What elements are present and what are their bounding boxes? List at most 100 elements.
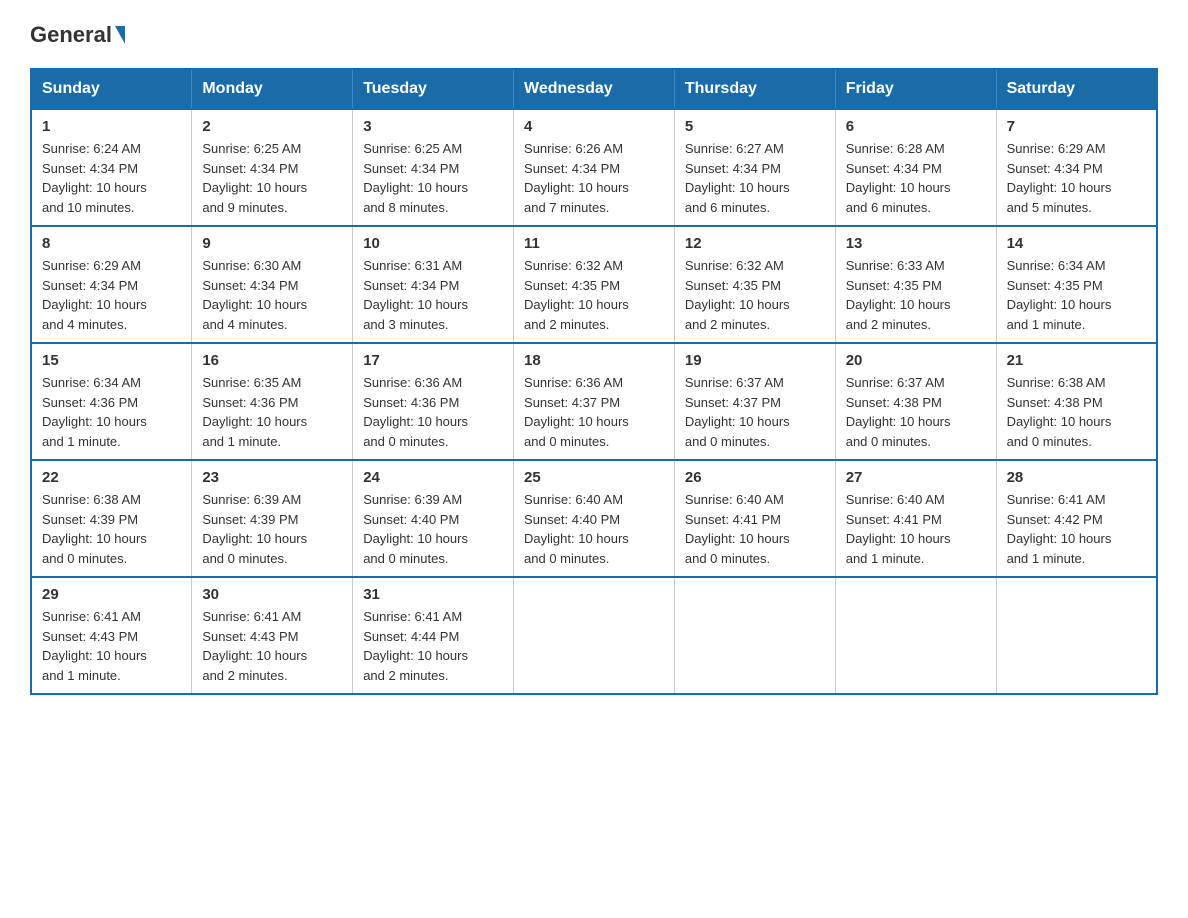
- day-cell: 17 Sunrise: 6:36 AM Sunset: 4:36 PM Dayl…: [353, 343, 514, 460]
- day-number: 21: [1007, 352, 1146, 369]
- day-info: Sunrise: 6:41 AM Sunset: 4:42 PM Dayligh…: [1007, 490, 1146, 568]
- calendar-body: 1 Sunrise: 6:24 AM Sunset: 4:34 PM Dayli…: [31, 109, 1157, 694]
- day-cell: 27 Sunrise: 6:40 AM Sunset: 4:41 PM Dayl…: [835, 460, 996, 577]
- week-row-3: 15 Sunrise: 6:34 AM Sunset: 4:36 PM Dayl…: [31, 343, 1157, 460]
- header-cell-tuesday: Tuesday: [353, 69, 514, 109]
- day-info: Sunrise: 6:33 AM Sunset: 4:35 PM Dayligh…: [846, 256, 986, 334]
- day-cell: 16 Sunrise: 6:35 AM Sunset: 4:36 PM Dayl…: [192, 343, 353, 460]
- day-info: Sunrise: 6:36 AM Sunset: 4:37 PM Dayligh…: [524, 373, 664, 451]
- day-info: Sunrise: 6:24 AM Sunset: 4:34 PM Dayligh…: [42, 139, 181, 217]
- day-number: 2: [202, 118, 342, 135]
- day-info: Sunrise: 6:41 AM Sunset: 4:43 PM Dayligh…: [42, 607, 181, 685]
- day-info: Sunrise: 6:28 AM Sunset: 4:34 PM Dayligh…: [846, 139, 986, 217]
- logo: General: [30, 30, 127, 48]
- day-info: Sunrise: 6:38 AM Sunset: 4:39 PM Dayligh…: [42, 490, 181, 568]
- header-cell-wednesday: Wednesday: [514, 69, 675, 109]
- day-cell: 6 Sunrise: 6:28 AM Sunset: 4:34 PM Dayli…: [835, 109, 996, 226]
- day-number: 28: [1007, 469, 1146, 486]
- day-cell: 9 Sunrise: 6:30 AM Sunset: 4:34 PM Dayli…: [192, 226, 353, 343]
- day-number: 1: [42, 118, 181, 135]
- header-cell-friday: Friday: [835, 69, 996, 109]
- day-cell: 29 Sunrise: 6:41 AM Sunset: 4:43 PM Dayl…: [31, 577, 192, 694]
- day-number: 13: [846, 235, 986, 252]
- day-info: Sunrise: 6:32 AM Sunset: 4:35 PM Dayligh…: [524, 256, 664, 334]
- week-row-5: 29 Sunrise: 6:41 AM Sunset: 4:43 PM Dayl…: [31, 577, 1157, 694]
- day-cell: 20 Sunrise: 6:37 AM Sunset: 4:38 PM Dayl…: [835, 343, 996, 460]
- day-number: 17: [363, 352, 503, 369]
- day-cell: 26 Sunrise: 6:40 AM Sunset: 4:41 PM Dayl…: [674, 460, 835, 577]
- day-number: 3: [363, 118, 503, 135]
- day-cell: 22 Sunrise: 6:38 AM Sunset: 4:39 PM Dayl…: [31, 460, 192, 577]
- day-cell: 15 Sunrise: 6:34 AM Sunset: 4:36 PM Dayl…: [31, 343, 192, 460]
- day-cell: 5 Sunrise: 6:27 AM Sunset: 4:34 PM Dayli…: [674, 109, 835, 226]
- day-info: Sunrise: 6:35 AM Sunset: 4:36 PM Dayligh…: [202, 373, 342, 451]
- day-cell: 3 Sunrise: 6:25 AM Sunset: 4:34 PM Dayli…: [353, 109, 514, 226]
- header-row: SundayMondayTuesdayWednesdayThursdayFrid…: [31, 69, 1157, 109]
- day-info: Sunrise: 6:26 AM Sunset: 4:34 PM Dayligh…: [524, 139, 664, 217]
- day-cell: 23 Sunrise: 6:39 AM Sunset: 4:39 PM Dayl…: [192, 460, 353, 577]
- day-cell: [674, 577, 835, 694]
- day-number: 25: [524, 469, 664, 486]
- logo-arrow-icon2: [115, 26, 125, 44]
- day-number: 11: [524, 235, 664, 252]
- week-row-4: 22 Sunrise: 6:38 AM Sunset: 4:39 PM Dayl…: [31, 460, 1157, 577]
- day-info: Sunrise: 6:29 AM Sunset: 4:34 PM Dayligh…: [42, 256, 181, 334]
- day-cell: 11 Sunrise: 6:32 AM Sunset: 4:35 PM Dayl…: [514, 226, 675, 343]
- day-number: 18: [524, 352, 664, 369]
- day-cell: 13 Sunrise: 6:33 AM Sunset: 4:35 PM Dayl…: [835, 226, 996, 343]
- day-info: Sunrise: 6:36 AM Sunset: 4:36 PM Dayligh…: [363, 373, 503, 451]
- day-number: 19: [685, 352, 825, 369]
- day-cell: [996, 577, 1157, 694]
- day-cell: 25 Sunrise: 6:40 AM Sunset: 4:40 PM Dayl…: [514, 460, 675, 577]
- day-cell: 12 Sunrise: 6:32 AM Sunset: 4:35 PM Dayl…: [674, 226, 835, 343]
- week-row-1: 1 Sunrise: 6:24 AM Sunset: 4:34 PM Dayli…: [31, 109, 1157, 226]
- day-number: 12: [685, 235, 825, 252]
- day-info: Sunrise: 6:31 AM Sunset: 4:34 PM Dayligh…: [363, 256, 503, 334]
- header-cell-sunday: Sunday: [31, 69, 192, 109]
- day-cell: 4 Sunrise: 6:26 AM Sunset: 4:34 PM Dayli…: [514, 109, 675, 226]
- day-cell: 18 Sunrise: 6:36 AM Sunset: 4:37 PM Dayl…: [514, 343, 675, 460]
- day-cell: 30 Sunrise: 6:41 AM Sunset: 4:43 PM Dayl…: [192, 577, 353, 694]
- day-cell: 10 Sunrise: 6:31 AM Sunset: 4:34 PM Dayl…: [353, 226, 514, 343]
- day-number: 9: [202, 235, 342, 252]
- day-cell: 7 Sunrise: 6:29 AM Sunset: 4:34 PM Dayli…: [996, 109, 1157, 226]
- day-number: 6: [846, 118, 986, 135]
- day-info: Sunrise: 6:39 AM Sunset: 4:39 PM Dayligh…: [202, 490, 342, 568]
- day-cell: 8 Sunrise: 6:29 AM Sunset: 4:34 PM Dayli…: [31, 226, 192, 343]
- day-number: 27: [846, 469, 986, 486]
- day-cell: [514, 577, 675, 694]
- calendar-table: SundayMondayTuesdayWednesdayThursdayFrid…: [30, 68, 1158, 695]
- day-info: Sunrise: 6:32 AM Sunset: 4:35 PM Dayligh…: [685, 256, 825, 334]
- day-cell: 14 Sunrise: 6:34 AM Sunset: 4:35 PM Dayl…: [996, 226, 1157, 343]
- day-cell: 19 Sunrise: 6:37 AM Sunset: 4:37 PM Dayl…: [674, 343, 835, 460]
- day-info: Sunrise: 6:40 AM Sunset: 4:41 PM Dayligh…: [846, 490, 986, 568]
- day-number: 10: [363, 235, 503, 252]
- day-info: Sunrise: 6:41 AM Sunset: 4:44 PM Dayligh…: [363, 607, 503, 685]
- header-cell-monday: Monday: [192, 69, 353, 109]
- day-info: Sunrise: 6:37 AM Sunset: 4:38 PM Dayligh…: [846, 373, 986, 451]
- day-number: 22: [42, 469, 181, 486]
- day-number: 7: [1007, 118, 1146, 135]
- day-cell: 2 Sunrise: 6:25 AM Sunset: 4:34 PM Dayli…: [192, 109, 353, 226]
- day-number: 24: [363, 469, 503, 486]
- day-number: 5: [685, 118, 825, 135]
- day-info: Sunrise: 6:29 AM Sunset: 4:34 PM Dayligh…: [1007, 139, 1146, 217]
- day-info: Sunrise: 6:40 AM Sunset: 4:40 PM Dayligh…: [524, 490, 664, 568]
- day-info: Sunrise: 6:25 AM Sunset: 4:34 PM Dayligh…: [202, 139, 342, 217]
- day-number: 14: [1007, 235, 1146, 252]
- day-info: Sunrise: 6:27 AM Sunset: 4:34 PM Dayligh…: [685, 139, 825, 217]
- day-cell: 31 Sunrise: 6:41 AM Sunset: 4:44 PM Dayl…: [353, 577, 514, 694]
- day-info: Sunrise: 6:38 AM Sunset: 4:38 PM Dayligh…: [1007, 373, 1146, 451]
- day-info: Sunrise: 6:40 AM Sunset: 4:41 PM Dayligh…: [685, 490, 825, 568]
- week-row-2: 8 Sunrise: 6:29 AM Sunset: 4:34 PM Dayli…: [31, 226, 1157, 343]
- day-info: Sunrise: 6:25 AM Sunset: 4:34 PM Dayligh…: [363, 139, 503, 217]
- day-cell: 24 Sunrise: 6:39 AM Sunset: 4:40 PM Dayl…: [353, 460, 514, 577]
- day-number: 31: [363, 586, 503, 603]
- day-number: 4: [524, 118, 664, 135]
- day-number: 26: [685, 469, 825, 486]
- day-number: 16: [202, 352, 342, 369]
- calendar-header: SundayMondayTuesdayWednesdayThursdayFrid…: [31, 69, 1157, 109]
- day-number: 23: [202, 469, 342, 486]
- logo-general-text2: General: [30, 22, 112, 48]
- day-info: Sunrise: 6:37 AM Sunset: 4:37 PM Dayligh…: [685, 373, 825, 451]
